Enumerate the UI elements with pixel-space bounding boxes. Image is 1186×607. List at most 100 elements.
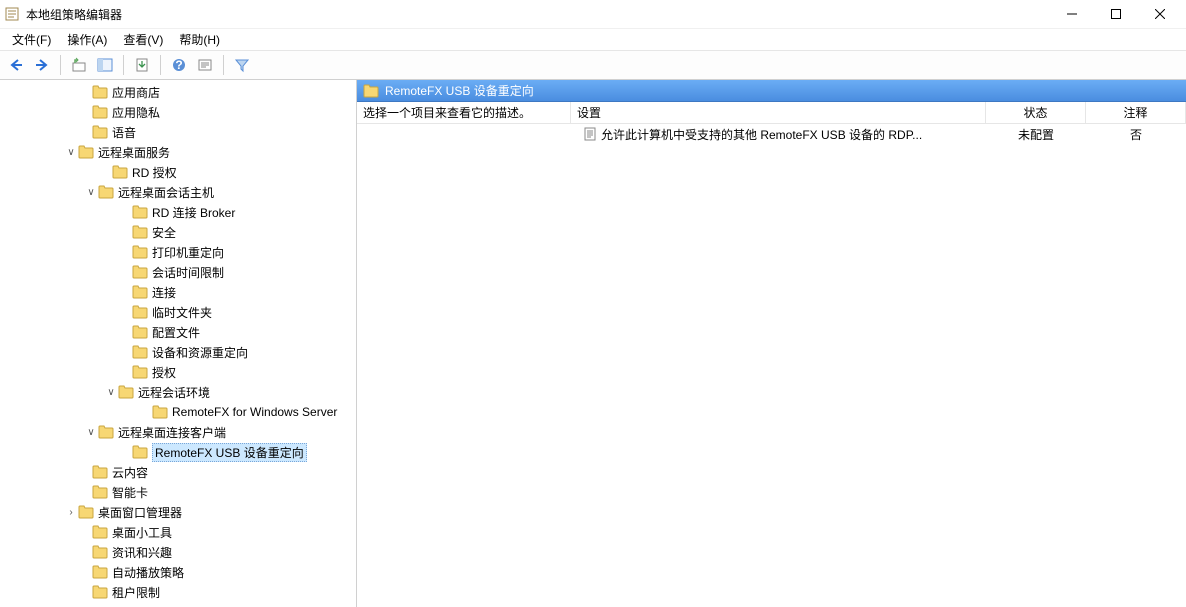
tree-pane[interactable]: 应用商店 应用隐私 语音 ∨远程桌面服务 RD 授权 ∨ 远程桌面会话主机 RD …: [0, 80, 357, 607]
expander-icon[interactable]: ∨: [104, 387, 118, 398]
policy-row[interactable]: 允许此计算机中受支持的其他 RemoteFX USB 设备的 RDP... 未配…: [357, 124, 1186, 144]
tree-label: 临时文件夹: [152, 304, 212, 321]
help-button[interactable]: ?: [167, 54, 191, 76]
folder-icon: [92, 105, 108, 119]
policy-state: 未配置: [986, 126, 1086, 143]
menu-action[interactable]: 操作(A): [59, 29, 115, 50]
columns-row: 选择一个项目来查看它的描述。 设置 状态 注释: [357, 102, 1186, 124]
column-header-setting[interactable]: 设置: [571, 102, 986, 123]
tree-item-profiles[interactable]: 配置文件: [0, 322, 356, 342]
folder-icon: [132, 265, 148, 279]
tree-item-temp-folders[interactable]: 临时文件夹: [0, 302, 356, 322]
details-header-title: RemoteFX USB 设备重定向: [385, 82, 534, 99]
tree-label: 桌面小工具: [112, 524, 172, 541]
folder-icon: [132, 365, 148, 379]
tree-label-selected: RemoteFX USB 设备重定向: [152, 443, 307, 462]
tree-item-app-store[interactable]: 应用商店: [0, 82, 356, 102]
details-header: RemoteFX USB 设备重定向: [357, 80, 1186, 102]
tree-label: RD 授权: [132, 164, 177, 181]
folder-icon: [92, 545, 108, 559]
app-icon: [4, 6, 20, 22]
folder-icon: [132, 305, 148, 319]
folder-icon: [118, 385, 134, 399]
tree-label: RD 连接 Broker: [152, 204, 235, 221]
description-prompt: 选择一个项目来查看它的描述。: [357, 102, 571, 123]
up-button[interactable]: [67, 54, 91, 76]
folder-icon: [92, 565, 108, 579]
policy-icon: [583, 127, 597, 141]
tree-label: RemoteFX for Windows Server: [172, 405, 337, 419]
tree-label: 配置文件: [152, 324, 200, 341]
folder-icon: [112, 165, 128, 179]
tree-item-licensing[interactable]: 授权: [0, 362, 356, 382]
folder-icon: [132, 325, 148, 339]
tree-item-rd-connection-client[interactable]: ∨远程桌面连接客户端: [0, 422, 356, 442]
window-title: 本地组策略编辑器: [26, 6, 1050, 23]
column-header-comment[interactable]: 注释: [1086, 102, 1186, 123]
forward-button[interactable]: [30, 54, 54, 76]
show-hide-tree-button[interactable]: [93, 54, 117, 76]
tree-item-remote-desktop-services[interactable]: ∨远程桌面服务: [0, 142, 356, 162]
tree-item-security[interactable]: 安全: [0, 222, 356, 242]
expander-icon[interactable]: ∨: [84, 427, 98, 438]
export-list-button[interactable]: [130, 54, 154, 76]
tree-item-connections[interactable]: 连接: [0, 282, 356, 302]
menu-file[interactable]: 文件(F): [4, 29, 59, 50]
tree-item-remotefx-usb-redirection[interactable]: RemoteFX USB 设备重定向: [0, 442, 356, 462]
tree-item-desktop-gadgets[interactable]: 桌面小工具: [0, 522, 356, 542]
folder-icon: [98, 185, 114, 199]
tree-item-speech[interactable]: 语音: [0, 122, 356, 142]
expander-icon[interactable]: ›: [64, 507, 78, 518]
tree-item-session-time-limits[interactable]: 会话时间限制: [0, 262, 356, 282]
folder-icon: [92, 85, 108, 99]
tree-item-device-resource-redirection[interactable]: 设备和资源重定向: [0, 342, 356, 362]
tree-item-rd-connection-broker[interactable]: RD 连接 Broker: [0, 202, 356, 222]
expander-icon[interactable]: ∨: [84, 187, 98, 198]
tree-label: 资讯和兴趣: [112, 544, 172, 561]
folder-icon: [132, 345, 148, 359]
folder-icon: [132, 285, 148, 299]
folder-icon: [92, 465, 108, 479]
folder-icon: [132, 225, 148, 239]
tree-item-remotefx-windows-server[interactable]: RemoteFX for Windows Server: [0, 402, 356, 422]
details-pane: RemoteFX USB 设备重定向 选择一个项目来查看它的描述。 设置 状态 …: [357, 80, 1186, 607]
tree-item-printer-redirection[interactable]: 打印机重定向: [0, 242, 356, 262]
tree-label: 租户限制: [112, 584, 160, 601]
back-button[interactable]: [4, 54, 28, 76]
folder-icon: [92, 525, 108, 539]
tree-item-rd-licensing[interactable]: RD 授权: [0, 162, 356, 182]
tree-item-remote-session-environment[interactable]: ∨远程会话环境: [0, 382, 356, 402]
close-button[interactable]: [1138, 0, 1182, 28]
filter-button[interactable]: [230, 54, 254, 76]
column-header-state[interactable]: 状态: [986, 102, 1086, 123]
tree-item-dwm[interactable]: ›桌面窗口管理器: [0, 502, 356, 522]
tree-label: 智能卡: [112, 484, 148, 501]
tree-label: 云内容: [112, 464, 148, 481]
folder-icon: [152, 405, 168, 419]
title-bar: 本地组策略编辑器: [0, 0, 1186, 28]
tree-item-news-interests[interactable]: 资讯和兴趣: [0, 542, 356, 562]
tree-item-app-privacy[interactable]: 应用隐私: [0, 102, 356, 122]
tree-item-tenant-restrictions[interactable]: 租户限制: [0, 582, 356, 602]
tree-label: 授权: [152, 364, 176, 381]
menu-view[interactable]: 查看(V): [115, 29, 171, 50]
tree-item-autoplay-policies[interactable]: 自动播放策略: [0, 562, 356, 582]
tree-label: 设备和资源重定向: [152, 344, 248, 361]
expander-icon[interactable]: ∨: [64, 147, 78, 158]
policy-setting-text: 允许此计算机中受支持的其他 RemoteFX USB 设备的 RDP...: [601, 126, 922, 143]
folder-icon: [78, 505, 94, 519]
tree-label: 会话时间限制: [152, 264, 224, 281]
minimize-button[interactable]: [1050, 0, 1094, 28]
tree-label: 远程桌面会话主机: [118, 184, 214, 201]
folder-icon: [132, 205, 148, 219]
tree-item-rd-session-host[interactable]: ∨ 远程桌面会话主机: [0, 182, 356, 202]
folder-icon: [98, 425, 114, 439]
tree-item-smart-card[interactable]: 智能卡: [0, 482, 356, 502]
properties-button[interactable]: [193, 54, 217, 76]
tree-label: 应用隐私: [112, 104, 160, 121]
tree-item-cloud-content[interactable]: 云内容: [0, 462, 356, 482]
menu-help[interactable]: 帮助(H): [171, 29, 228, 50]
maximize-button[interactable]: [1094, 0, 1138, 28]
policy-comment: 否: [1086, 126, 1186, 143]
folder-icon: [132, 245, 148, 259]
